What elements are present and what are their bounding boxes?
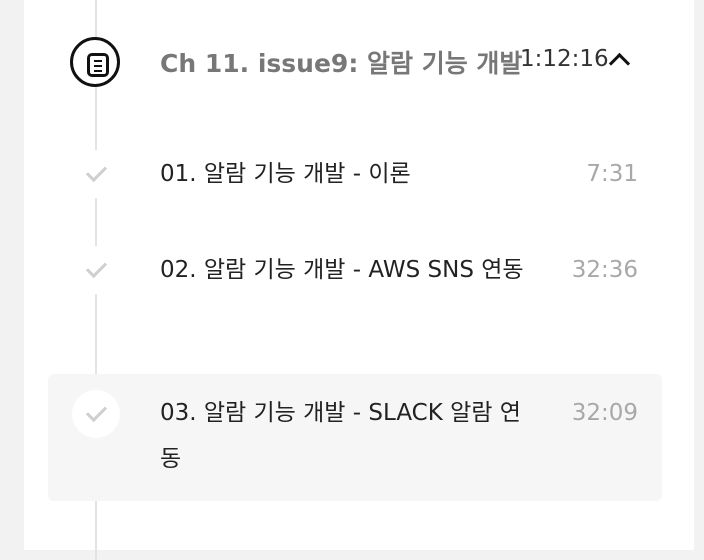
lesson-title: 03. 알람 기능 개발 - SLACK 알람 연동 <box>160 400 521 472</box>
chapter-duration: 1:12:16 <box>520 46 609 72</box>
lesson-item-03[interactable]: 03. 알람 기능 개발 - SLACK 알람 연동 32:09 <box>48 374 662 501</box>
document-icon <box>70 37 120 87</box>
lesson-item-01[interactable]: 01. 알람 기능 개발 - 이론 7:31 <box>48 150 662 198</box>
lesson-duration: 7:31 <box>586 161 638 187</box>
lesson-item-02[interactable]: 02. 알람 기능 개발 - AWS SNS 연동 32:36 <box>48 246 662 342</box>
lesson-duration: 32:36 <box>571 257 638 283</box>
lesson-title: 01. 알람 기능 개발 - 이론 <box>160 161 411 187</box>
check-circle-icon <box>72 390 120 438</box>
chapter-title: Ch 11. issue9: 알람 기능 개발 <box>160 49 523 78</box>
check-icon <box>72 246 120 294</box>
check-icon <box>72 150 120 198</box>
lesson-title: 02. 알람 기능 개발 - AWS SNS 연동 <box>160 257 524 283</box>
lesson-duration: 32:09 <box>571 400 638 426</box>
